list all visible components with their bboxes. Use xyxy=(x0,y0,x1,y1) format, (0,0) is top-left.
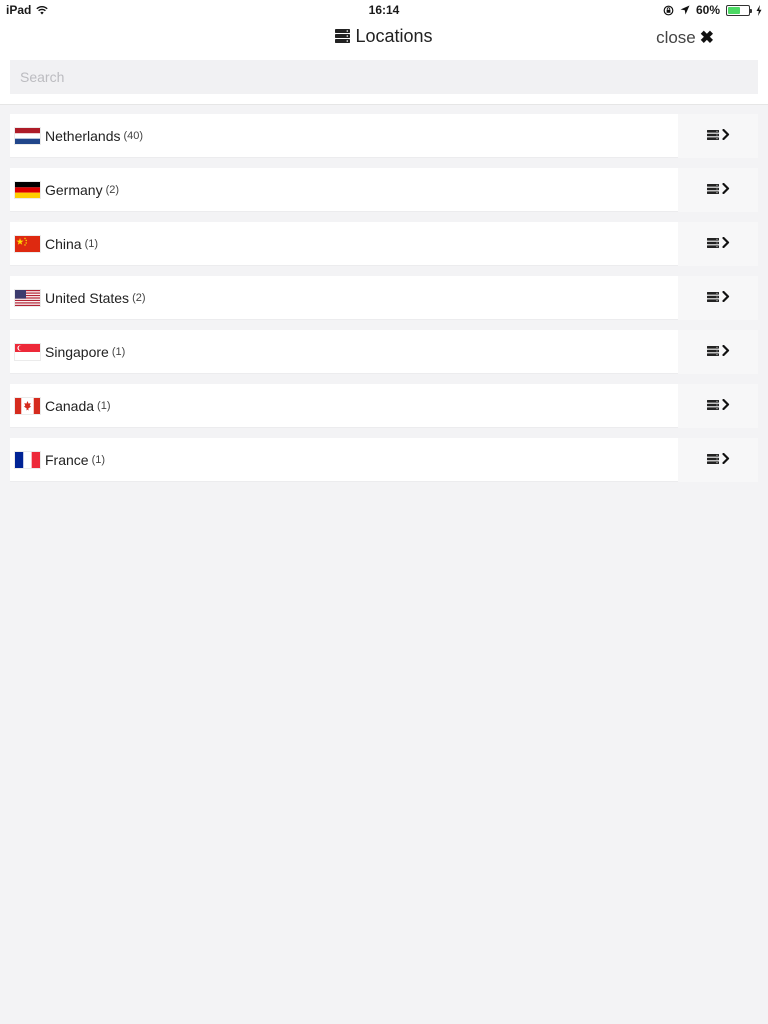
server-list-button[interactable] xyxy=(678,168,758,212)
server-count: (2) xyxy=(105,183,120,196)
location-item[interactable]: Canada (1) xyxy=(10,384,678,428)
chevron-right-icon xyxy=(721,343,730,361)
rotation-lock-icon xyxy=(663,5,674,15)
location-row: China (1) xyxy=(10,222,758,266)
charging-bolt-icon xyxy=(756,4,762,16)
chevron-right-icon xyxy=(721,289,730,307)
germany-flag-icon xyxy=(15,181,40,198)
clock: 16:14 xyxy=(368,3,400,17)
search-input[interactable] xyxy=(10,60,758,94)
china-flag-icon xyxy=(15,235,40,252)
location-item[interactable]: Netherlands (40) xyxy=(10,114,678,158)
country-name: France xyxy=(45,451,89,468)
server-icon xyxy=(706,181,719,199)
netherlands-flag-icon xyxy=(15,127,40,144)
chevron-right-icon xyxy=(721,127,730,145)
country-name: China xyxy=(45,235,82,252)
server-icon xyxy=(335,29,351,43)
server-count: (1) xyxy=(84,237,99,250)
singapore-flag-icon xyxy=(15,343,40,360)
location-row: Canada (1) xyxy=(10,384,758,428)
server-count: (1) xyxy=(91,453,106,466)
server-icon xyxy=(706,235,719,253)
server-list-button[interactable] xyxy=(678,276,758,320)
united-states-flag-icon xyxy=(15,289,40,306)
server-icon xyxy=(706,127,719,145)
location-item[interactable]: China (1) xyxy=(10,222,678,266)
canada-flag-icon xyxy=(15,397,40,414)
location-arrow-icon xyxy=(680,5,690,15)
country-name: United States xyxy=(45,289,130,306)
location-item[interactable]: Germany (2) xyxy=(10,168,678,212)
header: Locations close ✖ xyxy=(0,20,768,105)
server-list-button[interactable] xyxy=(678,114,758,158)
page-title: Locations xyxy=(0,26,768,47)
country-name: Germany xyxy=(45,181,103,198)
chevron-right-icon xyxy=(721,181,730,199)
server-list-button[interactable] xyxy=(678,222,758,266)
battery-icon xyxy=(726,4,752,16)
location-row: United States (2) xyxy=(10,276,758,320)
location-list: Netherlands (40) Germany (2) China (1) United … xyxy=(10,114,758,492)
close-label: close xyxy=(656,28,696,47)
server-list-button[interactable] xyxy=(678,384,758,428)
server-icon xyxy=(706,289,719,307)
battery-percent: 60% xyxy=(695,3,720,17)
chevron-right-icon xyxy=(721,235,730,253)
close-button[interactable]: close ✖ xyxy=(656,28,714,48)
server-list-button[interactable] xyxy=(678,330,758,374)
location-item[interactable]: France (1) xyxy=(10,438,678,482)
country-name: Singapore xyxy=(45,343,109,360)
server-count: (40) xyxy=(123,129,144,142)
server-icon xyxy=(706,343,719,361)
title-text: Locations xyxy=(355,26,433,46)
status-bar: iPad 16:14 60% xyxy=(0,0,768,20)
server-count: (1) xyxy=(111,345,126,358)
france-flag-icon xyxy=(15,451,40,468)
country-name: Canada xyxy=(45,397,95,414)
close-icon: ✖ xyxy=(699,28,714,47)
location-row: France (1) xyxy=(10,438,758,482)
location-item[interactable]: Singapore (1) xyxy=(10,330,678,374)
country-name: Netherlands xyxy=(45,127,121,144)
location-row: Netherlands (40) xyxy=(10,114,758,158)
server-count: (2) xyxy=(132,291,146,304)
chevron-right-icon xyxy=(721,451,730,469)
server-list-button[interactable] xyxy=(678,438,758,482)
chevron-right-icon xyxy=(721,397,730,415)
server-icon xyxy=(706,451,719,469)
server-icon xyxy=(706,397,719,415)
location-item[interactable]: United States (2) xyxy=(10,276,678,320)
location-row: Germany (2) xyxy=(10,168,758,212)
location-row: Singapore (1) xyxy=(10,330,758,374)
status-right: 60% xyxy=(663,3,762,17)
server-count: (1) xyxy=(97,399,111,412)
